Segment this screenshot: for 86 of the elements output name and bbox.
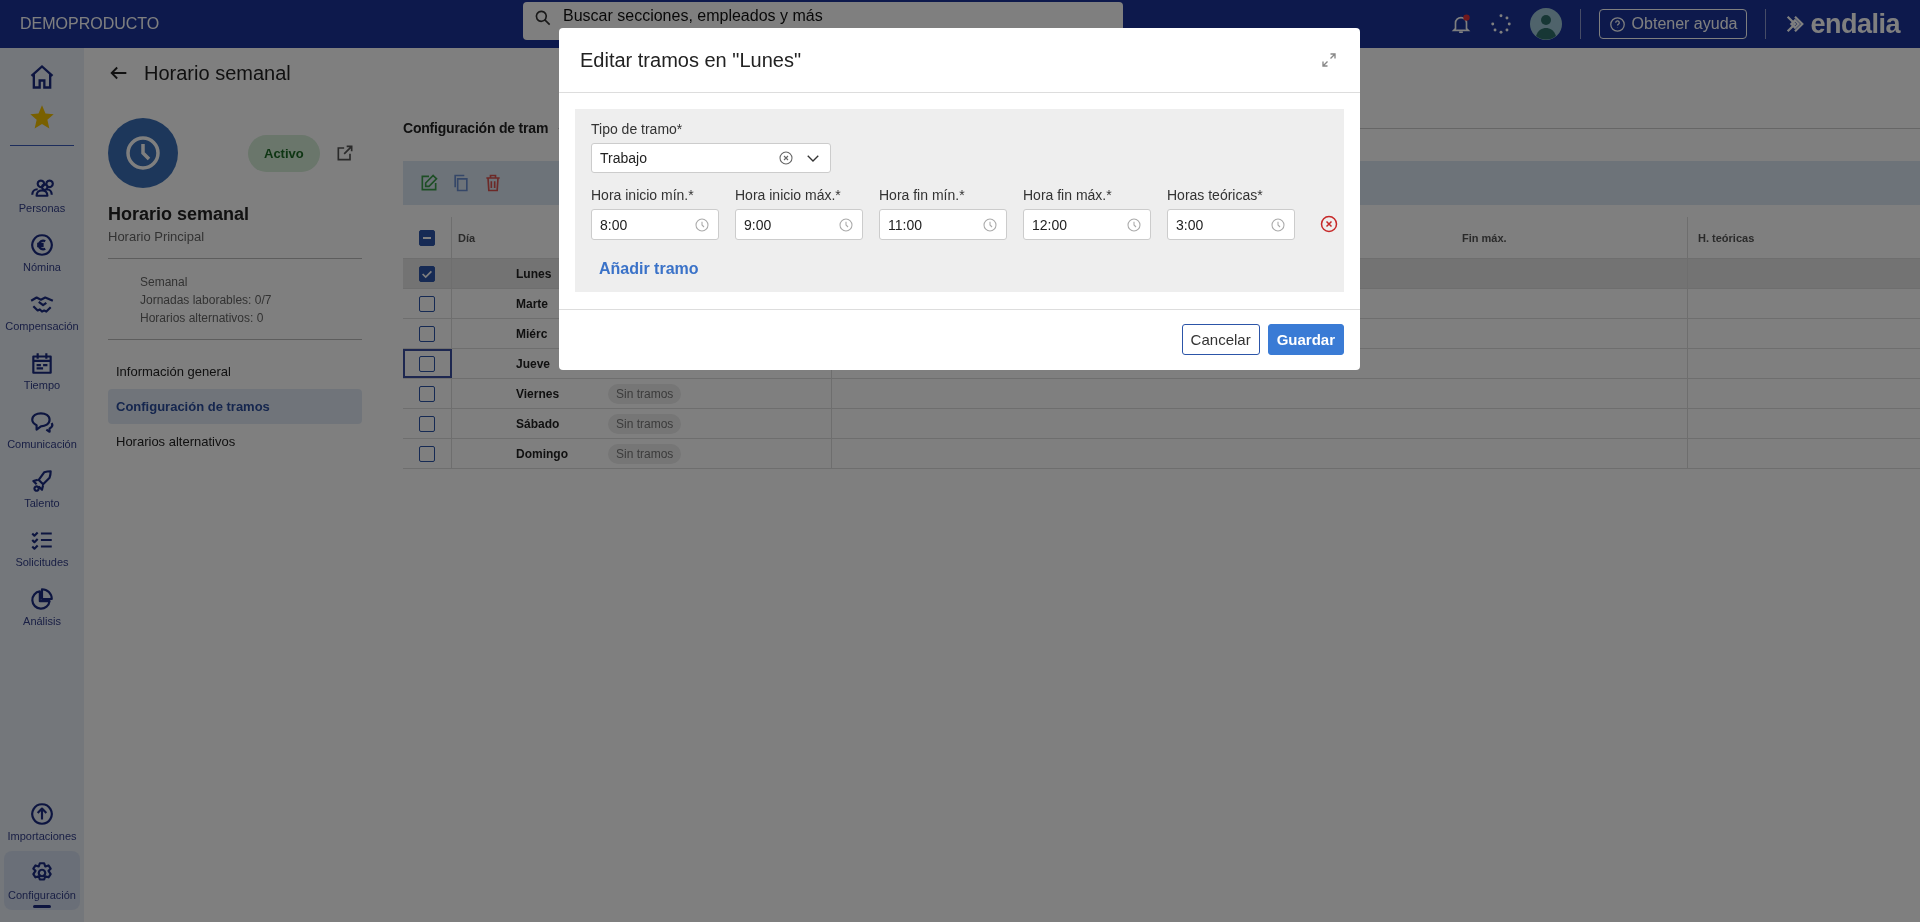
edit-icon[interactable] [419, 173, 439, 193]
save-button[interactable]: Guardar [1267, 324, 1344, 355]
nav-item[interactable]: Personas [4, 164, 80, 223]
menu-item[interactable]: Horarios alternativos [108, 424, 362, 459]
expand-icon[interactable] [1320, 51, 1338, 69]
remove-icon[interactable] [1319, 214, 1339, 234]
column-header: H. teóricas [1698, 231, 1755, 244]
field-label: Hora inicio mín.* [591, 187, 695, 203]
nav-item[interactable]: Importaciones [4, 792, 80, 851]
status-tag: Sin tramos [608, 443, 682, 464]
nav-item[interactable]: Solicitudes [4, 518, 80, 577]
time-field[interactable]: 8:00 [591, 209, 719, 240]
field-label: Horas teóricas* [1167, 187, 1264, 203]
loading-icon [1489, 13, 1512, 35]
row-checkbox[interactable] [419, 295, 435, 312]
section-title: Configuración de tram [403, 120, 549, 136]
clock-icon[interactable] [694, 216, 710, 233]
column-header: Fin máx. [1462, 231, 1507, 244]
row-checkbox[interactable] [419, 325, 435, 342]
clock-icon[interactable] [1126, 216, 1142, 233]
detail-text: Jornadas laborables: 0/7 [140, 292, 273, 309]
schedule-subtitle: Horario Principal [108, 229, 362, 259]
field-label: Hora inicio máx.* [735, 187, 842, 203]
row-checkbox[interactable] [419, 265, 435, 282]
nav-item[interactable]: Tiempo [4, 341, 80, 400]
type-select[interactable]: Trabajo [591, 143, 831, 173]
calendar-icon [29, 350, 55, 376]
clock-icon [108, 118, 178, 188]
clock-icon[interactable] [982, 216, 998, 233]
field-label: Tipo de tramo* [591, 121, 683, 137]
nav-item[interactable]: Compensación [4, 282, 80, 341]
time-field[interactable]: 3:00 [1167, 209, 1295, 240]
row-checkbox[interactable] [419, 355, 435, 372]
avatar-icon[interactable] [1529, 8, 1562, 40]
copy-icon[interactable] [451, 173, 471, 193]
search-icon [533, 8, 553, 28]
day-cell-text: Miérc [516, 326, 549, 341]
home-icon[interactable] [28, 63, 56, 91]
row-checkbox[interactable] [419, 415, 435, 432]
nav-item[interactable]: Comunicación [4, 400, 80, 459]
clock-icon[interactable] [1270, 216, 1286, 233]
menu-item[interactable]: Configuración de tramos [108, 389, 362, 424]
logo-text: endalia [1810, 8, 1900, 40]
day-cell-text: Viernes [516, 386, 561, 401]
day-cell-text: Domingo [516, 446, 569, 461]
brand-name: DEMOPRODUCTO [20, 15, 161, 33]
cancel-button[interactable]: Cancelar [1181, 324, 1260, 355]
pie-chart-icon [29, 586, 55, 612]
select-all-checkbox[interactable] [419, 229, 435, 246]
day-cell-text: Sábado [516, 416, 561, 431]
time-field[interactable]: 12:00 [1023, 209, 1151, 240]
bell-icon[interactable] [1449, 13, 1472, 35]
day-cell-text: Marte [516, 296, 549, 311]
detail-text: Horarios alternativos: 0 [140, 310, 265, 327]
clear-icon[interactable] [778, 150, 794, 166]
trash-icon[interactable] [483, 173, 503, 193]
detail-text: Semanal [140, 274, 189, 291]
status-badge: Activo [248, 134, 320, 172]
upload-icon [29, 801, 55, 827]
rocket-icon [29, 468, 55, 494]
time-field[interactable]: 9:00 [735, 209, 863, 240]
clock-icon[interactable] [838, 216, 854, 233]
time-field[interactable]: 11:00 [879, 209, 1007, 240]
nav-item[interactable]: Nómina [4, 223, 80, 282]
row-checkbox[interactable] [419, 445, 435, 462]
euro-icon [29, 232, 55, 258]
nav-item[interactable]: Configuración [4, 851, 80, 910]
checkbox-cell[interactable] [403, 349, 452, 378]
column-header: Día [458, 231, 476, 244]
row-checkbox[interactable] [419, 385, 435, 402]
chat-icon [29, 409, 55, 435]
nav-item[interactable]: Talento [4, 459, 80, 518]
menu-item[interactable]: Información general [108, 354, 362, 389]
field-label: Hora fin máx.* [1023, 187, 1113, 203]
status-tag: Sin tramos [608, 383, 682, 404]
help-icon [1608, 15, 1626, 33]
schedule-name: Horario semanal [108, 204, 251, 225]
add-segment-link[interactable]: Añadir tramo [599, 260, 699, 278]
field-label: Hora fin mín.* [879, 187, 966, 203]
dialog-title: Editar tramos en "Lunes" [580, 48, 801, 72]
status-tag: Sin tramos [608, 413, 682, 434]
page-title: Horario semanal [144, 61, 291, 85]
star-icon[interactable] [28, 103, 56, 131]
day-cell-text: Jueve [516, 356, 552, 371]
nav-item[interactable]: Análisis [4, 577, 80, 636]
help-button[interactable]: Obtener ayuda [1598, 9, 1748, 39]
